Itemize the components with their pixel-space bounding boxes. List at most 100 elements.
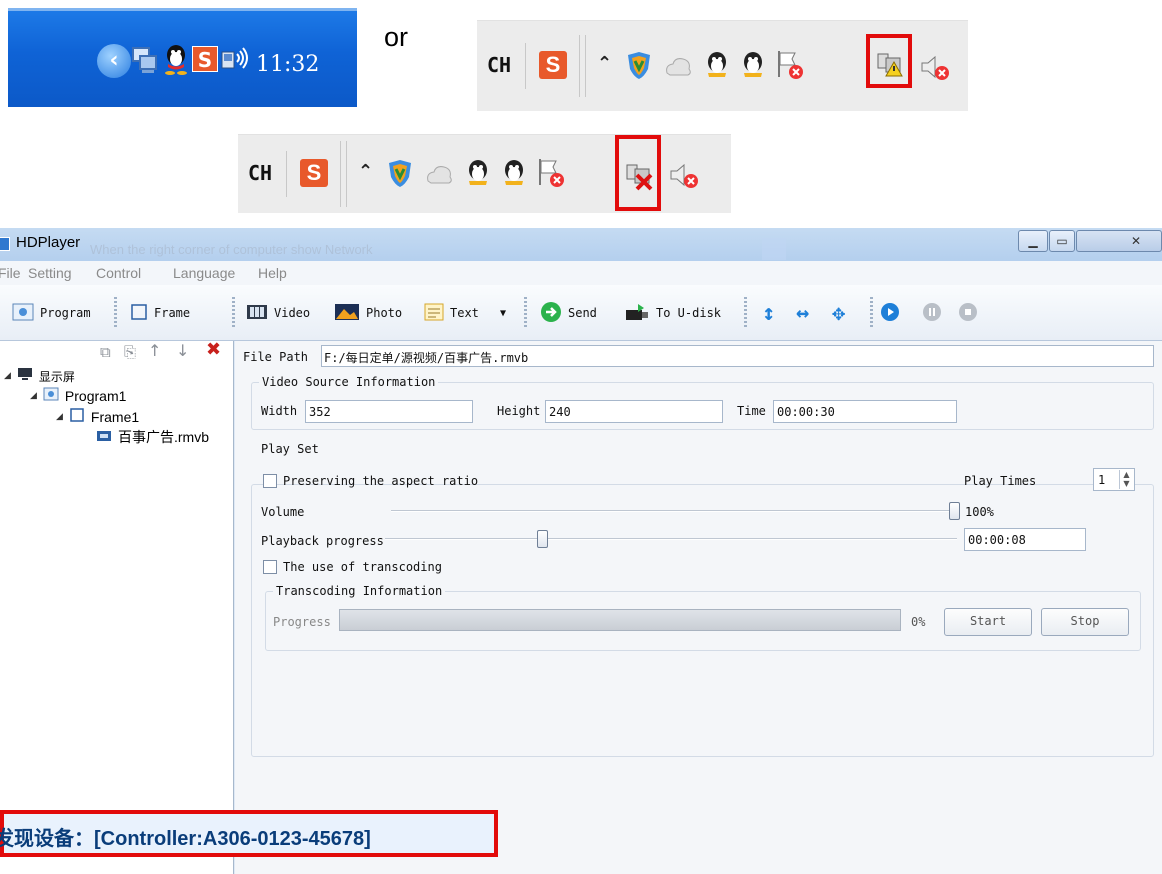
tray-top-highlight xyxy=(8,8,357,11)
chevron-up-icon[interactable]: ⌃ xyxy=(358,161,373,182)
toolbar-separator xyxy=(524,297,527,329)
playback-slider-thumb[interactable] xyxy=(536,530,548,548)
tree-node-video-file[interactable]: 百事广告.rmvb xyxy=(96,427,209,447)
move-icon[interactable]: ✥ xyxy=(832,299,845,327)
qq-penguin-icon[interactable] xyxy=(703,49,731,81)
chevron-up-icon[interactable]: ⌃ xyxy=(597,53,612,74)
pause-button[interactable] xyxy=(922,299,942,327)
program-tree-pane: ⧉ ⎘ ↑ ↓ ✖ ◢ 显示屏 ◢ Program1 ◢ Frame1 百事广告… xyxy=(0,339,234,874)
monitor-icon xyxy=(17,367,33,385)
tree-node-frame[interactable]: ◢ Frame1 xyxy=(56,407,139,426)
play-set-title: Play Set xyxy=(261,442,319,456)
volume-slider-track[interactable] xyxy=(391,510,959,512)
win7-tray-disconnected: CH S ⌃ xyxy=(238,134,731,213)
video-button[interactable]: Video xyxy=(246,299,310,327)
clock-text[interactable]: 11:32 xyxy=(256,52,319,77)
file-path-field[interactable]: F:/每日定单/源视频/百事广告.rmvb xyxy=(321,345,1154,367)
time-value: 00:00:30 xyxy=(777,405,835,419)
shield-icon[interactable] xyxy=(625,51,653,81)
to-udisk-button[interactable]: To U-disk xyxy=(624,299,721,327)
send-button[interactable]: Send xyxy=(540,299,597,327)
copy-icon[interactable]: ⧉ xyxy=(100,343,111,361)
speaker-muted-icon[interactable] xyxy=(919,53,953,83)
transcoding-progress-bar xyxy=(339,609,901,631)
device-found-status: 发现设备：[Controller:A306-0123-45678] xyxy=(0,810,498,857)
transcoding-checkbox[interactable] xyxy=(263,560,277,574)
start-button[interactable]: Start xyxy=(944,608,1032,636)
time-field[interactable]: 00:00:30 xyxy=(773,400,957,423)
preserve-aspect-checkbox[interactable] xyxy=(263,474,277,488)
language-indicator[interactable]: CH xyxy=(248,161,272,185)
tray-separator xyxy=(525,43,526,89)
photo-button[interactable]: Photo xyxy=(334,299,402,327)
maximize-button[interactable]: ▭ xyxy=(1049,230,1075,252)
wireless-icon[interactable] xyxy=(220,44,250,74)
stop-button[interactable] xyxy=(958,299,978,327)
network-disconnected-highlight xyxy=(615,135,661,211)
close-button[interactable]: ✕ xyxy=(1076,230,1162,252)
sogou-icon[interactable]: S xyxy=(192,46,218,72)
file-path-label: File Path xyxy=(243,350,309,364)
paste-icon[interactable]: ⎘ xyxy=(124,343,136,361)
qq-penguin-icon[interactable] xyxy=(500,157,528,189)
program-icon xyxy=(12,303,34,324)
spinner-arrows-icon[interactable]: ▲ ▼ xyxy=(1119,470,1133,489)
play-times-spinner[interactable]: 1 ▲ ▼ xyxy=(1093,468,1135,491)
menu-control[interactable]: Control xyxy=(96,265,141,281)
playback-slider-track[interactable] xyxy=(385,538,957,540)
cloud-icon[interactable] xyxy=(663,53,693,79)
height-value: 240 xyxy=(549,405,571,419)
photo-icon xyxy=(334,303,360,324)
tree-node-program[interactable]: ◢ Program1 xyxy=(30,387,126,404)
menu-help[interactable]: Help xyxy=(258,265,287,281)
menu-bar: File Setting Control Language Help xyxy=(0,261,1162,285)
title-bar[interactable]: HDPlayer When the right corner of comput… xyxy=(0,228,1162,261)
text-icon xyxy=(424,303,444,324)
menu-file[interactable]: File xyxy=(0,265,21,281)
delete-icon[interactable]: ✖ xyxy=(206,339,221,360)
network-icon[interactable] xyxy=(130,42,160,76)
qq-penguin-icon[interactable] xyxy=(739,49,767,81)
menu-language[interactable]: Language xyxy=(173,265,235,281)
sogou-icon[interactable]: S xyxy=(539,51,567,79)
tree-label-frame: Frame1 xyxy=(90,408,140,425)
arrow-down-icon[interactable]: ↓ xyxy=(176,341,189,360)
minimize-icon: ▁ xyxy=(1028,234,1038,248)
qq-penguin-icon[interactable] xyxy=(162,42,190,76)
speaker-muted-icon[interactable] xyxy=(668,161,702,191)
volume-value: 100% xyxy=(965,505,994,519)
chevron-left-icon[interactable]: ‹ xyxy=(97,44,131,78)
arrow-up-icon[interactable]: ↑ xyxy=(148,341,161,360)
horizontal-fit-icon[interactable]: ↔ xyxy=(796,299,809,327)
or-label: or xyxy=(384,22,409,52)
qq-penguin-icon[interactable] xyxy=(464,157,492,189)
shield-icon[interactable] xyxy=(386,159,414,189)
volume-slider-thumb[interactable] xyxy=(949,502,960,520)
text-dropdown-arrow[interactable]: ▼ xyxy=(500,299,506,327)
action-center-error-icon[interactable] xyxy=(536,157,566,189)
tree-label-screen: 显示屏 xyxy=(38,369,75,384)
progress-time-field[interactable]: 00:00:08 xyxy=(964,528,1086,551)
cloud-icon[interactable] xyxy=(424,161,454,187)
stop-transcode-button[interactable]: Stop xyxy=(1041,608,1129,636)
action-center-error-icon[interactable] xyxy=(775,49,805,81)
program-button[interactable]: Program xyxy=(12,299,91,327)
frame-button[interactable]: Frame xyxy=(130,299,190,327)
language-indicator[interactable]: CH xyxy=(487,53,511,77)
minimize-button[interactable]: ▁ xyxy=(1018,230,1048,252)
network-disconnected-icon[interactable] xyxy=(625,161,655,195)
vertical-fit-icon[interactable]: ↕ xyxy=(762,299,775,327)
sogou-icon[interactable]: S xyxy=(300,159,328,187)
tree-node-screen[interactable]: ◢ 显示屏 xyxy=(4,367,75,385)
network-warning-icon[interactable] xyxy=(876,48,906,82)
xp-tray: ‹ S 11:32 xyxy=(8,8,357,107)
title-bar-artifact xyxy=(762,238,786,260)
width-field[interactable]: 352 xyxy=(305,400,473,423)
progress-time-value: 00:00:08 xyxy=(968,533,1026,547)
play-button[interactable] xyxy=(880,299,900,327)
pause-icon xyxy=(922,302,942,325)
height-field[interactable]: 240 xyxy=(545,400,723,423)
menu-setting[interactable]: Setting xyxy=(28,265,72,281)
play-times-label: Play Times xyxy=(964,474,1037,488)
text-button[interactable]: Text xyxy=(424,299,479,327)
